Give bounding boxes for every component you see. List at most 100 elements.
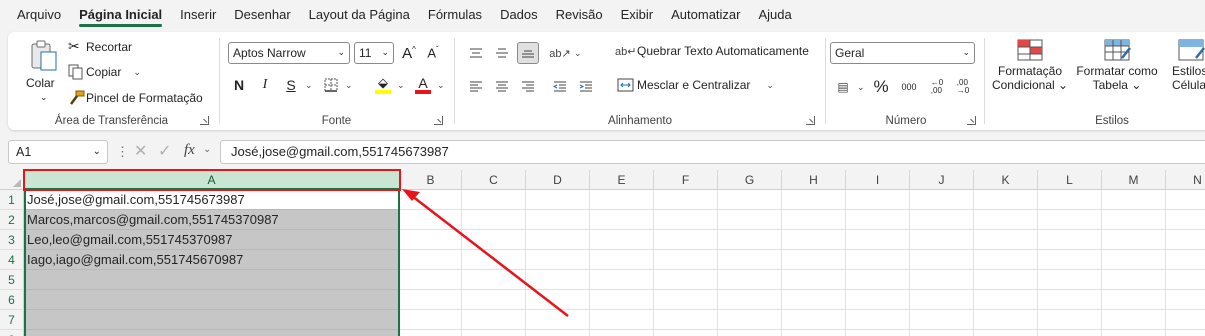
cell-n4[interactable] [1166, 250, 1205, 270]
align-center-button[interactable] [491, 76, 513, 98]
cell-a7[interactable] [24, 310, 400, 330]
cell-e2[interactable] [590, 210, 654, 230]
cell-d1[interactable] [526, 190, 590, 210]
cell-i5[interactable] [846, 270, 910, 290]
paste-button[interactable]: Colar ⌄ [16, 34, 60, 104]
decrease-font-button[interactable]: Aˇ [422, 42, 444, 64]
decrease-decimal-button[interactable]: ,00 →0 [952, 76, 974, 98]
cell-i3[interactable] [846, 230, 910, 250]
cell-b5[interactable] [400, 270, 462, 290]
cell-l7[interactable] [1038, 310, 1102, 330]
column-header-f[interactable]: F [654, 170, 718, 190]
cell-m6[interactable] [1102, 290, 1166, 310]
align-left-button[interactable] [465, 76, 487, 98]
column-header-k[interactable]: K [974, 170, 1038, 190]
cell-h1[interactable] [782, 190, 846, 210]
formula-input[interactable]: José,jose@gmail.com,551745673987 [220, 140, 1205, 164]
cell-a5[interactable] [24, 270, 400, 290]
chevron-down-icon[interactable]: ⌄ [397, 80, 405, 91]
cell-h5[interactable] [782, 270, 846, 290]
cell-g8[interactable] [718, 330, 782, 336]
dialog-launcher-icon[interactable] [967, 116, 976, 125]
cell-i1[interactable] [846, 190, 910, 210]
row-header-2[interactable]: 2 [0, 210, 24, 230]
cell-m8[interactable] [1102, 330, 1166, 336]
row-header-8[interactable]: 8 [0, 330, 24, 336]
cell-m4[interactable] [1102, 250, 1166, 270]
cell-g7[interactable] [718, 310, 782, 330]
font-color-button[interactable]: A [412, 74, 434, 96]
cell-a6[interactable] [24, 290, 400, 310]
cell-l6[interactable] [1038, 290, 1102, 310]
tab-formulas[interactable]: Fórmulas [419, 0, 491, 30]
cell-h7[interactable] [782, 310, 846, 330]
cell-b7[interactable] [400, 310, 462, 330]
cell-e8[interactable] [590, 330, 654, 336]
cell-a2[interactable]: Marcos,marcos@gmail.com,551745370987 [24, 210, 400, 230]
row-header-4[interactable]: 4 [0, 250, 24, 270]
format-painter-button[interactable]: Pincel de Formatação [68, 90, 203, 106]
font-name-dropdown[interactable]: Aptos Narrow ⌄ [228, 42, 350, 64]
merge-center-button[interactable]: Mesclar e Centralizar ⌄ [615, 78, 774, 92]
chevron-down-icon[interactable]: ⌄ [857, 82, 865, 93]
tab-desenhar[interactable]: Desenhar [225, 0, 299, 30]
copy-button[interactable]: Copiar ⌄ [68, 64, 141, 80]
wrap-text-button[interactable]: ab↵ Quebrar Texto Automaticamente [615, 44, 809, 58]
cell-f5[interactable] [654, 270, 718, 290]
percent-button[interactable]: % [870, 76, 892, 98]
cell-k1[interactable] [974, 190, 1038, 210]
cell-h4[interactable] [782, 250, 846, 270]
cell-j3[interactable] [910, 230, 974, 250]
cell-a3[interactable]: Leo,leo@gmail.com,551745370987 [24, 230, 400, 250]
underline-button[interactable]: S [280, 74, 302, 96]
thousands-button[interactable]: 000 [896, 76, 922, 98]
cell-k3[interactable] [974, 230, 1038, 250]
cell-e7[interactable] [590, 310, 654, 330]
cell-b2[interactable] [400, 210, 462, 230]
cell-m3[interactable] [1102, 230, 1166, 250]
cell-c3[interactable] [462, 230, 526, 250]
cell-i2[interactable] [846, 210, 910, 230]
cell-l3[interactable] [1038, 230, 1102, 250]
cell-e4[interactable] [590, 250, 654, 270]
cell-i7[interactable] [846, 310, 910, 330]
cell-c6[interactable] [462, 290, 526, 310]
tab-exibir[interactable]: Exibir [612, 0, 663, 30]
cell-g6[interactable] [718, 290, 782, 310]
cell-h8[interactable] [782, 330, 846, 336]
cell-c1[interactable] [462, 190, 526, 210]
cell-n6[interactable] [1166, 290, 1205, 310]
cell-e5[interactable] [590, 270, 654, 290]
cell-l1[interactable] [1038, 190, 1102, 210]
dialog-launcher-icon[interactable] [200, 116, 209, 125]
cell-j6[interactable] [910, 290, 974, 310]
cell-e3[interactable] [590, 230, 654, 250]
decrease-indent-button[interactable] [549, 76, 571, 98]
cell-g2[interactable] [718, 210, 782, 230]
font-size-dropdown[interactable]: 11 ⌄ [354, 42, 394, 64]
cell-k5[interactable] [974, 270, 1038, 290]
row-header-3[interactable]: 3 [0, 230, 24, 250]
column-header-b[interactable]: B [400, 170, 462, 190]
chevron-down-icon[interactable]: ⌄ [574, 48, 582, 59]
column-header-c[interactable]: C [462, 170, 526, 190]
insert-function-icon[interactable]: fx [184, 142, 195, 159]
tab-layout-da-pagina[interactable]: Layout da Página [300, 0, 419, 30]
cell-c5[interactable] [462, 270, 526, 290]
cell-a1[interactable]: José,jose@gmail.com,551745673987 [24, 190, 400, 210]
cell-b4[interactable] [400, 250, 462, 270]
column-header-j[interactable]: J [910, 170, 974, 190]
number-format-dropdown[interactable]: Geral ⌄ [830, 42, 975, 64]
cell-b6[interactable] [400, 290, 462, 310]
cell-m1[interactable] [1102, 190, 1166, 210]
align-top-button[interactable] [465, 42, 487, 64]
cell-f7[interactable] [654, 310, 718, 330]
select-all-button[interactable] [0, 170, 24, 190]
cell-i4[interactable] [846, 250, 910, 270]
column-header-e[interactable]: E [590, 170, 654, 190]
italic-button[interactable]: I [254, 74, 276, 96]
cell-d5[interactable] [526, 270, 590, 290]
cell-c2[interactable] [462, 210, 526, 230]
align-bottom-button[interactable] [517, 42, 539, 64]
column-header-i[interactable]: I [846, 170, 910, 190]
